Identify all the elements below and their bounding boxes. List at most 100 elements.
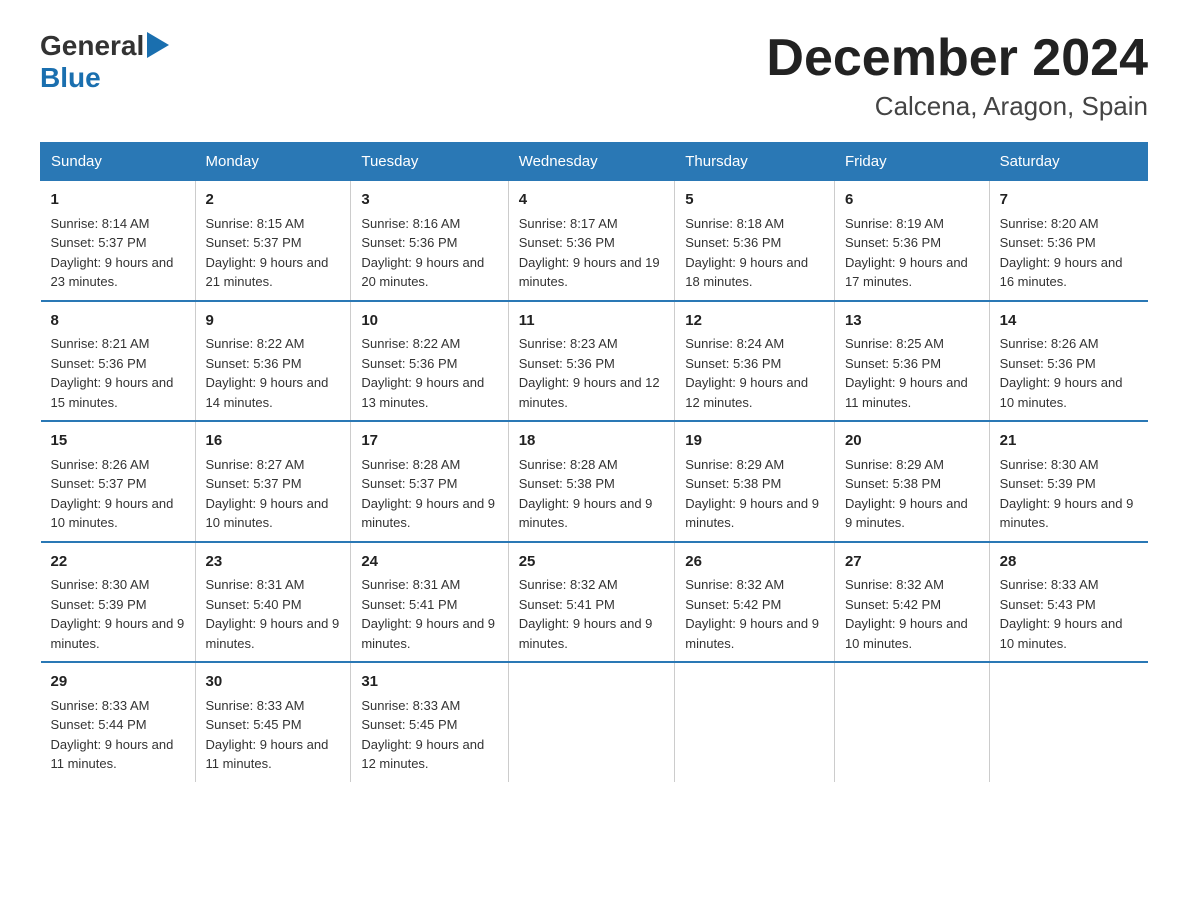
- calendar-cell: 30Sunrise: 8:33 AMSunset: 5:45 PMDayligh…: [195, 662, 351, 782]
- calendar-cell: [834, 662, 989, 782]
- calendar-table: SundayMondayTuesdayWednesdayThursdayFrid…: [40, 142, 1148, 782]
- day-number: 15: [51, 430, 185, 453]
- day-info: Sunrise: 8:20 AMSunset: 5:36 PMDaylight:…: [1000, 214, 1138, 292]
- day-number: 20: [845, 430, 979, 453]
- day-number: 23: [206, 551, 341, 574]
- calendar-cell: 10Sunrise: 8:22 AMSunset: 5:36 PMDayligh…: [351, 301, 508, 422]
- calendar-cell: 12Sunrise: 8:24 AMSunset: 5:36 PMDayligh…: [675, 301, 835, 422]
- day-info: Sunrise: 8:23 AMSunset: 5:36 PMDaylight:…: [519, 334, 665, 412]
- week-row-4: 22Sunrise: 8:30 AMSunset: 5:39 PMDayligh…: [41, 542, 1148, 663]
- day-info: Sunrise: 8:33 AMSunset: 5:43 PMDaylight:…: [1000, 575, 1138, 653]
- day-info: Sunrise: 8:22 AMSunset: 5:36 PMDaylight:…: [361, 334, 497, 412]
- day-number: 22: [51, 551, 185, 574]
- title-block: December 2024 Calcena, Aragon, Spain: [766, 30, 1148, 122]
- calendar-cell: 6Sunrise: 8:19 AMSunset: 5:36 PMDaylight…: [834, 181, 989, 301]
- page-header: General Blue December 2024 Calcena, Arag…: [40, 30, 1148, 122]
- day-info: Sunrise: 8:22 AMSunset: 5:36 PMDaylight:…: [206, 334, 341, 412]
- calendar-cell: 16Sunrise: 8:27 AMSunset: 5:37 PMDayligh…: [195, 421, 351, 542]
- day-info: Sunrise: 8:32 AMSunset: 5:41 PMDaylight:…: [519, 575, 665, 653]
- calendar-cell: 4Sunrise: 8:17 AMSunset: 5:36 PMDaylight…: [508, 181, 675, 301]
- day-number: 4: [519, 189, 665, 212]
- day-info: Sunrise: 8:26 AMSunset: 5:37 PMDaylight:…: [51, 455, 185, 533]
- calendar-cell: 27Sunrise: 8:32 AMSunset: 5:42 PMDayligh…: [834, 542, 989, 663]
- header-day-thursday: Thursday: [675, 143, 835, 181]
- day-number: 1: [51, 189, 185, 212]
- day-info: Sunrise: 8:30 AMSunset: 5:39 PMDaylight:…: [1000, 455, 1138, 533]
- day-info: Sunrise: 8:28 AMSunset: 5:38 PMDaylight:…: [519, 455, 665, 533]
- calendar-cell: 13Sunrise: 8:25 AMSunset: 5:36 PMDayligh…: [834, 301, 989, 422]
- day-number: 29: [51, 671, 185, 694]
- day-info: Sunrise: 8:16 AMSunset: 5:36 PMDaylight:…: [361, 214, 497, 292]
- day-info: Sunrise: 8:33 AMSunset: 5:44 PMDaylight:…: [51, 696, 185, 774]
- calendar-cell: [989, 662, 1147, 782]
- calendar-cell: 31Sunrise: 8:33 AMSunset: 5:45 PMDayligh…: [351, 662, 508, 782]
- day-number: 13: [845, 310, 979, 333]
- calendar-body: 1Sunrise: 8:14 AMSunset: 5:37 PMDaylight…: [41, 181, 1148, 782]
- calendar-cell: 9Sunrise: 8:22 AMSunset: 5:36 PMDaylight…: [195, 301, 351, 422]
- logo-blue-text: Blue: [40, 62, 101, 93]
- day-info: Sunrise: 8:26 AMSunset: 5:36 PMDaylight:…: [1000, 334, 1138, 412]
- day-info: Sunrise: 8:33 AMSunset: 5:45 PMDaylight:…: [361, 696, 497, 774]
- day-info: Sunrise: 8:25 AMSunset: 5:36 PMDaylight:…: [845, 334, 979, 412]
- day-number: 12: [685, 310, 824, 333]
- day-info: Sunrise: 8:30 AMSunset: 5:39 PMDaylight:…: [51, 575, 185, 653]
- day-info: Sunrise: 8:31 AMSunset: 5:40 PMDaylight:…: [206, 575, 341, 653]
- day-number: 2: [206, 189, 341, 212]
- day-info: Sunrise: 8:31 AMSunset: 5:41 PMDaylight:…: [361, 575, 497, 653]
- day-number: 10: [361, 310, 497, 333]
- day-number: 18: [519, 430, 665, 453]
- calendar-cell: 3Sunrise: 8:16 AMSunset: 5:36 PMDaylight…: [351, 181, 508, 301]
- day-info: Sunrise: 8:17 AMSunset: 5:36 PMDaylight:…: [519, 214, 665, 292]
- day-info: Sunrise: 8:27 AMSunset: 5:37 PMDaylight:…: [206, 455, 341, 533]
- calendar-cell: 19Sunrise: 8:29 AMSunset: 5:38 PMDayligh…: [675, 421, 835, 542]
- day-info: Sunrise: 8:32 AMSunset: 5:42 PMDaylight:…: [685, 575, 824, 653]
- calendar-cell: 22Sunrise: 8:30 AMSunset: 5:39 PMDayligh…: [41, 542, 196, 663]
- day-number: 6: [845, 189, 979, 212]
- day-info: Sunrise: 8:29 AMSunset: 5:38 PMDaylight:…: [845, 455, 979, 533]
- day-number: 25: [519, 551, 665, 574]
- header-day-friday: Friday: [834, 143, 989, 181]
- day-number: 9: [206, 310, 341, 333]
- page-title: December 2024: [766, 30, 1148, 87]
- day-info: Sunrise: 8:19 AMSunset: 5:36 PMDaylight:…: [845, 214, 979, 292]
- calendar-cell: 23Sunrise: 8:31 AMSunset: 5:40 PMDayligh…: [195, 542, 351, 663]
- day-info: Sunrise: 8:21 AMSunset: 5:36 PMDaylight:…: [51, 334, 185, 412]
- logo-arrow-icon: [147, 32, 169, 58]
- day-number: 30: [206, 671, 341, 694]
- day-number: 7: [1000, 189, 1138, 212]
- logo: General Blue: [40, 30, 169, 94]
- day-info: Sunrise: 8:33 AMSunset: 5:45 PMDaylight:…: [206, 696, 341, 774]
- day-number: 19: [685, 430, 824, 453]
- day-number: 3: [361, 189, 497, 212]
- calendar-cell: 29Sunrise: 8:33 AMSunset: 5:44 PMDayligh…: [41, 662, 196, 782]
- day-number: 14: [1000, 310, 1138, 333]
- header-day-tuesday: Tuesday: [351, 143, 508, 181]
- logo-general-text: General: [40, 30, 144, 62]
- day-info: Sunrise: 8:14 AMSunset: 5:37 PMDaylight:…: [51, 214, 185, 292]
- day-number: 27: [845, 551, 979, 574]
- calendar-cell: 20Sunrise: 8:29 AMSunset: 5:38 PMDayligh…: [834, 421, 989, 542]
- day-number: 31: [361, 671, 497, 694]
- day-number: 11: [519, 310, 665, 333]
- calendar-cell: 28Sunrise: 8:33 AMSunset: 5:43 PMDayligh…: [989, 542, 1147, 663]
- calendar-cell: 14Sunrise: 8:26 AMSunset: 5:36 PMDayligh…: [989, 301, 1147, 422]
- week-row-5: 29Sunrise: 8:33 AMSunset: 5:44 PMDayligh…: [41, 662, 1148, 782]
- calendar-cell: 2Sunrise: 8:15 AMSunset: 5:37 PMDaylight…: [195, 181, 351, 301]
- header-day-sunday: Sunday: [41, 143, 196, 181]
- day-info: Sunrise: 8:29 AMSunset: 5:38 PMDaylight:…: [685, 455, 824, 533]
- header-day-saturday: Saturday: [989, 143, 1147, 181]
- day-number: 16: [206, 430, 341, 453]
- page-subtitle: Calcena, Aragon, Spain: [766, 91, 1148, 122]
- day-info: Sunrise: 8:24 AMSunset: 5:36 PMDaylight:…: [685, 334, 824, 412]
- week-row-1: 1Sunrise: 8:14 AMSunset: 5:37 PMDaylight…: [41, 181, 1148, 301]
- day-number: 5: [685, 189, 824, 212]
- day-number: 24: [361, 551, 497, 574]
- calendar-cell: [508, 662, 675, 782]
- calendar-cell: [675, 662, 835, 782]
- calendar-cell: 18Sunrise: 8:28 AMSunset: 5:38 PMDayligh…: [508, 421, 675, 542]
- calendar-cell: 11Sunrise: 8:23 AMSunset: 5:36 PMDayligh…: [508, 301, 675, 422]
- week-row-3: 15Sunrise: 8:26 AMSunset: 5:37 PMDayligh…: [41, 421, 1148, 542]
- day-info: Sunrise: 8:15 AMSunset: 5:37 PMDaylight:…: [206, 214, 341, 292]
- day-info: Sunrise: 8:18 AMSunset: 5:36 PMDaylight:…: [685, 214, 824, 292]
- calendar-cell: 7Sunrise: 8:20 AMSunset: 5:36 PMDaylight…: [989, 181, 1147, 301]
